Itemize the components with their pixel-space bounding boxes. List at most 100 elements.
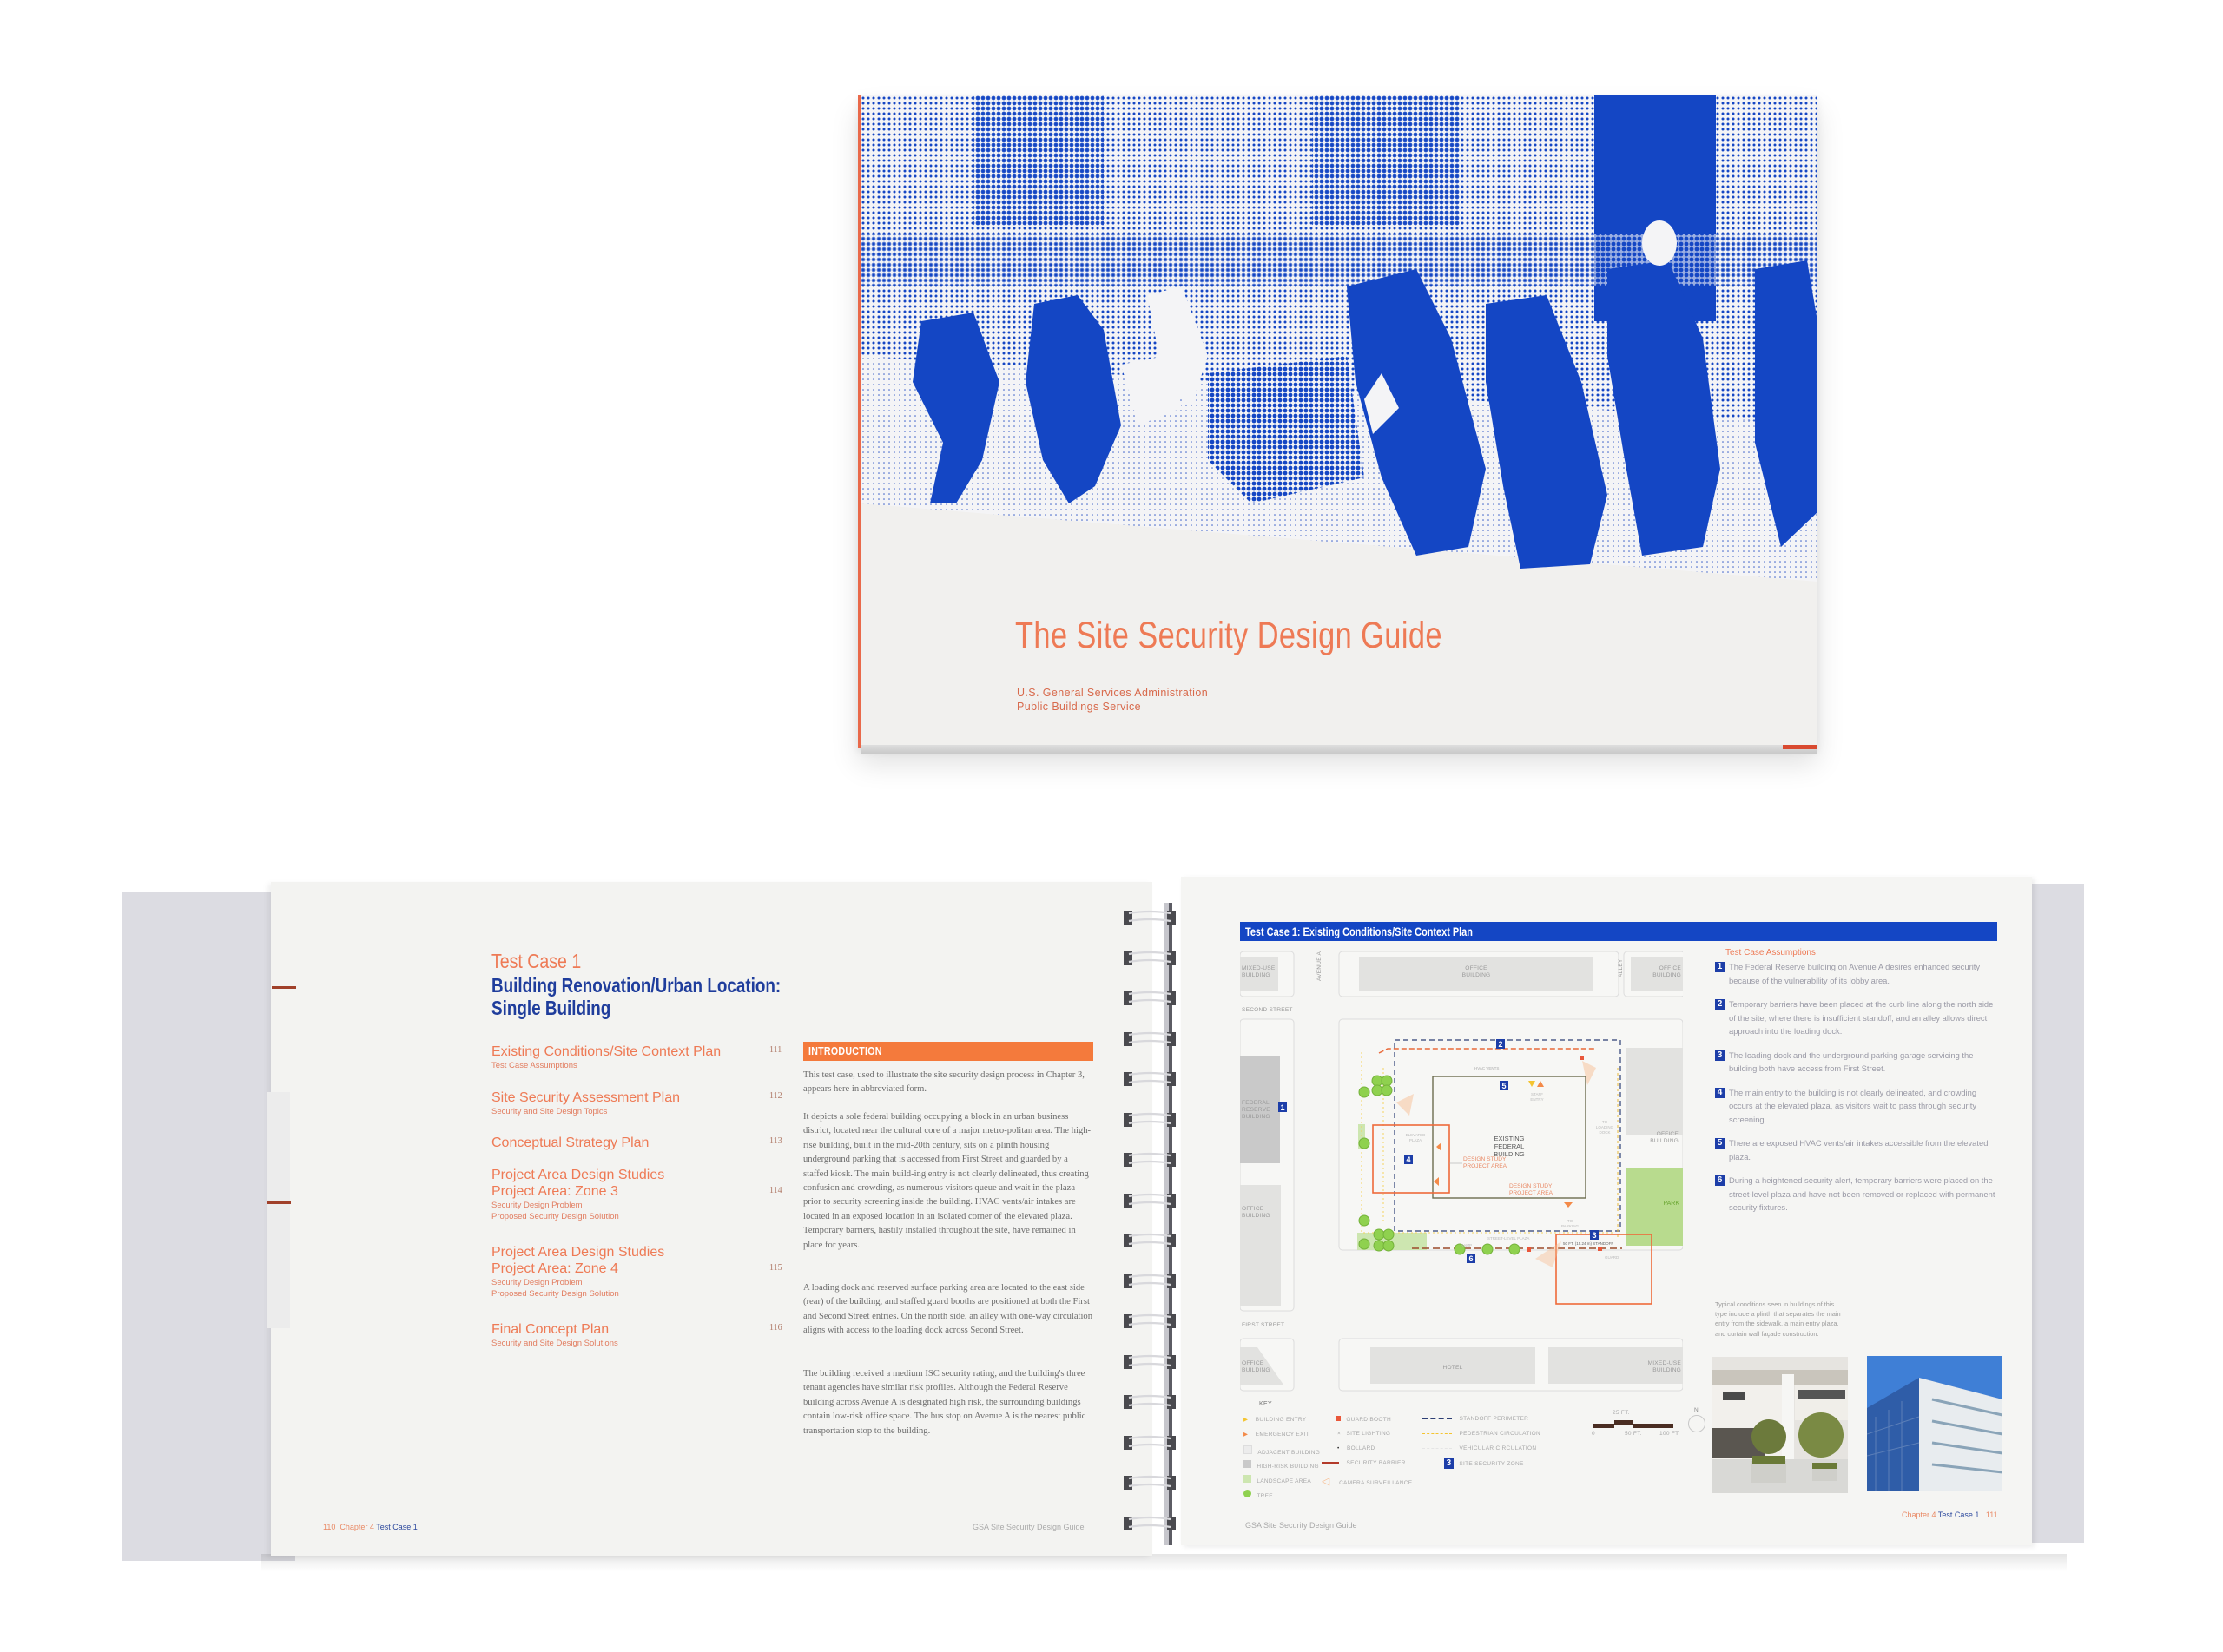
spiral-coil [1124,910,1176,925]
toc-item[interactable]: Final Concept Plan Security and Site Des… [491,1321,787,1349]
zone-badge: 4 [1715,1087,1725,1098]
map-label: TO [1602,1120,1608,1124]
assumption-item: 6 During a heightened security alert, tem… [1715,1174,2002,1214]
scale-tick: 100 FT. [1659,1431,1680,1437]
zone-badge: 6 [1468,1254,1473,1263]
assumption-item: 4 The main entry to the building is not c… [1715,1086,2002,1127]
cover-publisher-line1: U.S. General Services Administration [1017,687,1209,699]
cover-title: The Site Security Design Guide [1015,615,1442,656]
zone-badge: 1 [1715,962,1725,972]
spiral-coil [1124,1193,1176,1208]
toc-title: Final Concept Plan [491,1322,610,1337]
toc-title: Existing Conditions/Site Context Plan [491,1044,722,1059]
map-label: BUILDING [1242,1367,1270,1373]
legend-item: VEHICULAR CIRCULATION [1422,1445,1536,1451]
map-label: PROJECT AREA [1463,1163,1507,1169]
intro-paragraph: The building received a medium ISC secur… [803,1369,1086,1436]
map-label: TO [1567,1219,1573,1223]
introduction-heading-bar: INTRODUCTION [803,1042,1093,1061]
test-case-kicker: Test Case 1 [491,950,582,972]
cover-halftone-photo [861,95,1817,582]
legend-item: ◁ CAMERA SURVEILLANCE [1322,1475,1413,1487]
map-label: PROJECT AREA [1509,1190,1553,1196]
test-case-assumptions: Test Case Assumptions 1 The Federal Reser… [1715,948,2002,1225]
guard-booth-icon [1527,1247,1531,1252]
map-label: BUILDING [1652,1367,1681,1373]
zone-badge: 5 [1715,1138,1725,1149]
right-page-footer: Chapter 4 Test Case 1 111 [1902,1510,1998,1519]
legend-item: PEDESTRIAN CIRCULATION [1422,1431,1540,1437]
legend-item: ADJACENT BUILDING [1243,1445,1320,1456]
photo-caption: Typical conditions seen in buildings of … [1715,1300,1841,1338]
footer-chapter: Chapter 4 [1902,1510,1936,1519]
toc-subtitle: Security Design Problem [491,1201,583,1210]
cover-page-edge [861,745,1817,754]
introduction-heading: INTRODUCTION [808,1044,882,1057]
assumption-item: 3 The loading dock and the underground pa… [1715,1049,2002,1076]
scale-segment [1614,1420,1633,1425]
landscape-area-swatch [1243,1475,1251,1483]
map-label: STREET-LEVEL PLAZA [1487,1236,1529,1241]
office-e-building [1626,1048,1683,1135]
toc-item[interactable]: Project Area Design Studies Project Area… [491,1167,787,1222]
map-label: DESIGN STUDY [1463,1156,1507,1162]
map-label: OFFICE [1657,1131,1679,1137]
assumption-item: 5 There are exposed HVAC vents/air intake… [1715,1136,2002,1163]
footer-chapter: Chapter 4 [340,1523,374,1531]
intro-paragraph: This test case, used to illustrate the s… [803,1070,1085,1095]
spiral-coil [1124,991,1176,1005]
left-page-footer: 110 Chapter 4 Test Case 1 [323,1523,418,1531]
toc-title-line2: Project Area: Zone 3 [491,1184,618,1199]
site-context-plan: 1 2 3 4 5 6 MIXED-USE BUILDING OFFICE BU… [1240,951,1683,1392]
toc-page-number: 113 [769,1136,782,1146]
toc-item[interactable]: Project Area Design Studies Project Area… [491,1244,787,1300]
legend-item: STANDOFF PERIMETER [1422,1416,1528,1422]
map-label: BUILDING [1242,972,1270,978]
map-label: DOCK [1599,1130,1610,1135]
camera-surveillance-icon: ◁ [1322,1475,1330,1487]
site-plan-header-bar: Test Case 1: Existing Conditions/Site Co… [1240,922,1997,941]
legend-item: 3 SITE SECURITY ZONE [1444,1458,1524,1469]
toc-item[interactable]: Existing Conditions/Site Context Plan Te… [491,1043,787,1071]
toc-item[interactable]: Site Security Assessment Plan Security a… [491,1089,787,1117]
map-label: LOADING [1596,1125,1614,1129]
photo-curtain-wall-building [1867,1356,2002,1491]
toc-page-number: 114 [769,1186,782,1195]
assumptions-heading: Test Case Assumptions [1725,948,1816,958]
plan-legend: KEY ▶ BUILDING ENTRY ▶ EMERGENCY EXIT AD… [1242,1398,1711,1519]
map-label: BUILDING [1462,972,1491,978]
footer-guide-title: GSA Site Security Design Guide [973,1523,1085,1531]
map-label: BUILDING [1242,1213,1270,1219]
zone-badge: 2 [1498,1040,1502,1049]
cover-edge-accent [1783,745,1817,749]
book-cover: The Site Security Design Guide U.S. Gene… [858,95,1817,754]
footer-section: Test Case 1 [1937,1510,1980,1519]
page-number: 110 [323,1523,336,1531]
intro-paragraph: A loading dock and reserved surface park… [803,1283,1093,1336]
toc-subtitle: Security Design Problem [491,1278,583,1287]
toc-page-number: 111 [769,1045,782,1055]
scale-label: 25 FT. [1613,1410,1630,1416]
toc-page-number: 112 [769,1091,782,1101]
standoff-perimeter-icon [1422,1418,1452,1420]
map-label: SECOND STREET [1242,1007,1293,1013]
tab-mark [272,986,296,989]
map-label: BUILDING [1242,1114,1270,1120]
toc-subtitle: Proposed Security Design Solution [491,1289,619,1299]
map-label: PARK [1663,1201,1679,1207]
map-label: EXISTING [1494,1135,1524,1142]
legend-item: × SITE LIGHTING [1337,1431,1391,1437]
spiral-coil [1124,1394,1176,1409]
scale-tick: 0 [1592,1431,1595,1437]
map-label: MIXED-USE [1648,1360,1682,1366]
zone-badge: 5 [1501,1082,1506,1090]
tree-icon [1243,1490,1251,1497]
bollard-icon: • [1337,1445,1340,1451]
footer-section: Test Case 1 [376,1523,418,1531]
high-risk-building-swatch [1243,1460,1251,1468]
toc-item[interactable]: Conceptual Strategy Plan 113 [491,1135,787,1151]
office-w-building [1240,1185,1281,1306]
zone-badge: 3 [1592,1231,1596,1240]
guard-booth-icon [1336,1416,1341,1421]
zone-badge: 6 [1715,1175,1725,1186]
